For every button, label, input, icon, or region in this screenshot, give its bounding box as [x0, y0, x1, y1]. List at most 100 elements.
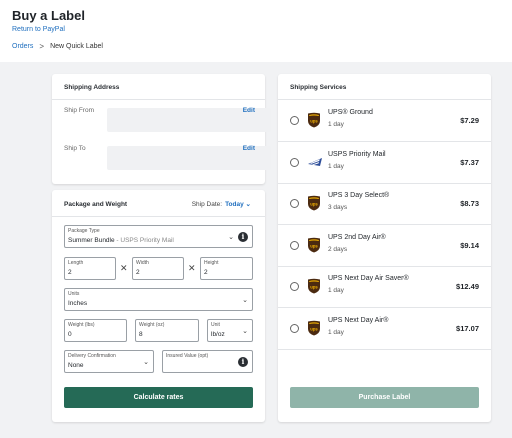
- ship-date-label: Ship Date:: [191, 200, 223, 208]
- chevron-down-icon: ⌄: [242, 327, 248, 335]
- delivery-confirmation-value: None: [68, 362, 84, 369]
- service-row[interactable]: ups UPS Next Day Air® 1 day $17.07: [278, 308, 491, 350]
- breadcrumb-current: New Quick Label: [50, 43, 103, 50]
- info-icon[interactable]: i: [238, 231, 248, 242]
- service-price: $7.29: [460, 116, 479, 125]
- ups-logo-icon: ups: [307, 278, 321, 294]
- package-type-label: Package Type: [68, 228, 100, 234]
- return-to-paypal-link[interactable]: Return to PayPal: [12, 26, 65, 33]
- page-header: Buy a Label Return to PayPal Orders > Ne…: [0, 0, 512, 62]
- service-name: UPS Next Day Air®: [328, 316, 389, 324]
- shipping-address-card: Shipping Address Ship From Edit Ship To …: [52, 74, 271, 184]
- divider: [52, 99, 265, 100]
- package-weight-card: Package and Weight Ship Date: Today ⌄ Pa…: [52, 190, 265, 422]
- weight-oz-input[interactable]: Weight (oz) 8: [135, 319, 199, 342]
- service-radio[interactable]: [290, 116, 299, 125]
- package-type-value: Summer Bundle - USPS Priority Mail: [68, 237, 174, 244]
- weight-oz-label: Weight (oz): [139, 322, 165, 328]
- service-name: UPS 2nd Day Air®: [328, 233, 386, 241]
- length-label: Length: [68, 260, 84, 266]
- svg-text:ups: ups: [310, 119, 318, 124]
- multiply-icon: ✕: [120, 263, 128, 273]
- service-name: UPS 3 Day Select®: [328, 192, 390, 199]
- width-value: 2: [136, 269, 140, 276]
- page-title: Buy a Label: [12, 8, 85, 23]
- service-price: $8.73: [460, 199, 479, 208]
- service-radio[interactable]: [290, 240, 299, 250]
- service-radio[interactable]: [290, 323, 299, 333]
- units-select[interactable]: Units Inches ⌄: [64, 288, 253, 311]
- width-label: Width: [136, 260, 149, 266]
- ship-to-label: Ship To: [64, 145, 86, 152]
- height-label: Height: [204, 260, 219, 266]
- service-name: UPS Next Day Air Saver®: [328, 275, 409, 282]
- svg-text:ups: ups: [310, 326, 318, 331]
- ship-date: Ship Date: Today ⌄: [191, 200, 251, 209]
- service-delivery-time: 2 days: [328, 245, 348, 253]
- shipping-address-title: Shipping Address: [64, 84, 120, 91]
- svg-text:ups: ups: [310, 285, 318, 290]
- ups-logo-icon: ups: [307, 112, 321, 128]
- service-delivery-time: 1 day: [328, 121, 344, 128]
- package-type-select[interactable]: Package Type Summer Bundle - USPS Priori…: [64, 225, 253, 248]
- chevron-down-icon: ⌄: [143, 358, 149, 366]
- service-radio[interactable]: [290, 282, 299, 291]
- units-label: Units: [68, 291, 80, 297]
- length-value: 2: [68, 269, 72, 276]
- multiply-icon: ✕: [188, 263, 196, 273]
- service-price: $9.14: [460, 240, 479, 250]
- insured-value-input[interactable]: Insured Value (opt) i: [162, 350, 253, 373]
- delivery-confirmation-select[interactable]: Delivery Confirmation None ⌄: [64, 350, 154, 373]
- svg-text:ups: ups: [310, 243, 318, 248]
- service-row[interactable]: USPS Priority Mail 1 day $7.37: [278, 142, 491, 184]
- service-radio[interactable]: [290, 157, 299, 167]
- service-row[interactable]: ups UPS 2nd Day Air® 2 days $9.14: [278, 225, 491, 267]
- weight-unit-label: Unit: [211, 322, 220, 328]
- service-delivery-time: 1 day: [328, 162, 344, 170]
- ship-date-dropdown[interactable]: Today ⌄: [225, 200, 251, 208]
- package-weight-title: Package and Weight: [64, 201, 128, 208]
- breadcrumb: Orders > New Quick Label: [12, 42, 103, 51]
- delivery-confirmation-label: Delivery Confirmation: [68, 353, 116, 359]
- service-row[interactable]: ups UPS 3 Day Select® 3 days $8.73: [278, 183, 491, 225]
- divider: [52, 216, 265, 217]
- chevron-down-icon: ⌄: [228, 233, 234, 241]
- usps-eagle-icon: [307, 154, 322, 170]
- height-value: 2: [204, 269, 208, 276]
- ship-from-label: Ship From: [64, 107, 94, 114]
- svg-text:ups: ups: [310, 202, 318, 207]
- weight-lbs-input[interactable]: Weight (lbs) 0: [64, 319, 127, 342]
- width-input[interactable]: Width 2: [132, 257, 184, 280]
- purchase-label-button[interactable]: Purchase Label: [290, 387, 479, 408]
- ups-logo-icon: ups: [307, 320, 321, 336]
- breadcrumb-separator-icon: >: [39, 42, 45, 51]
- service-row[interactable]: ups UPS Next Day Air Saver® 1 day $12.49: [278, 266, 491, 308]
- weight-oz-value: 8: [139, 331, 143, 338]
- weight-unit-select[interactable]: Unit lb/oz ⌄: [207, 319, 253, 342]
- ship-from-edit-link[interactable]: Edit: [243, 107, 255, 114]
- service-price: $12.49: [456, 282, 479, 291]
- ups-logo-icon: ups: [307, 237, 321, 253]
- service-price: $17.07: [456, 323, 479, 333]
- ship-to-edit-link[interactable]: Edit: [243, 145, 255, 152]
- calculate-rates-button[interactable]: Calculate rates: [64, 387, 253, 408]
- insured-value-label: Insured Value (opt): [166, 353, 209, 359]
- service-name: USPS Priority Mail: [328, 150, 386, 158]
- weight-lbs-value: 0: [68, 331, 72, 338]
- service-name: UPS® Ground: [328, 109, 373, 116]
- info-icon[interactable]: i: [238, 356, 248, 367]
- height-input[interactable]: Height 2: [200, 257, 253, 280]
- breadcrumb-orders-link[interactable]: Orders: [12, 43, 33, 50]
- ship-date-value: Today: [225, 201, 244, 208]
- service-row[interactable]: ups UPS® Ground 1 day $7.29: [278, 100, 491, 142]
- weight-lbs-label: Weight (lbs): [68, 322, 95, 328]
- weight-unit-value: lb/oz: [211, 331, 225, 338]
- length-input[interactable]: Length 2: [64, 257, 116, 280]
- shipping-services-title: Shipping Services: [290, 84, 347, 91]
- chevron-down-icon: ⌄: [242, 296, 248, 304]
- service-radio[interactable]: [290, 199, 299, 208]
- ups-logo-icon: ups: [307, 195, 321, 211]
- service-delivery-time: 1 day: [328, 328, 344, 336]
- service-price: $7.37: [460, 157, 479, 167]
- shipping-services-card: Shipping Services ups UPS® Ground 1 day $7.…: [278, 74, 491, 422]
